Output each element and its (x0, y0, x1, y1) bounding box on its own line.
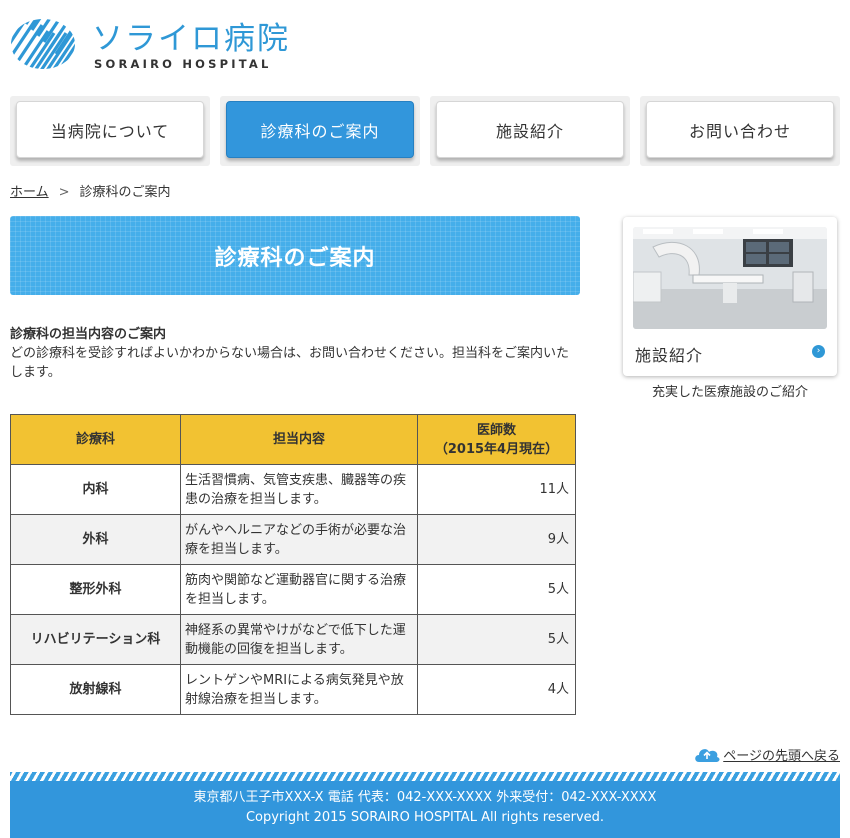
site-logo[interactable]: ソライロ病院 SORAIRO HOSPITAL (10, 18, 290, 72)
facility-photo (633, 227, 827, 329)
site-footer: 東京都八王子市XXX-X 電話 代表：042-XXX-XXXX 外来受付：042… (10, 781, 840, 838)
nav-button-about[interactable]: 当病院について (16, 101, 204, 158)
nav-item-departments: 診療科のご案内 (220, 96, 420, 166)
dept-description: 生活習慣病、気管支疾患、臓器等の疾患の治療を担当します。 (180, 464, 418, 515)
breadcrumb-current: 診療科のご案内 (79, 185, 171, 200)
dept-doctor-count: 11人 (417, 464, 576, 515)
table-row: 放射線科 レントゲンやMRIによる病気発見や放射線治療を担当します。 4人 (10, 664, 576, 715)
nav-item-contact: お問い合わせ (640, 96, 840, 166)
intro-text: どの診療科を受診すればよいかわからない場合は、お問い合わせください。担当科をご案… (10, 346, 570, 380)
header-department: 診療科 (10, 414, 181, 465)
global-nav: 当病院について 診療科のご案内 施設紹介 お問い合わせ (10, 96, 840, 166)
facility-link-card[interactable]: 施設紹介 › (623, 217, 837, 376)
department-table: 診療科 担当内容 医師数 （2015年4月現在） 内科 生活習慣病、気管支疾患、臓… (10, 414, 576, 715)
dept-name: 内科 (10, 464, 181, 515)
logo-english-name: SORAIRO HOSPITAL (94, 57, 272, 71)
table-row: 内科 生活習慣病、気管支疾患、臓器等の疾患の治療を担当します。 11人 (10, 464, 576, 515)
header-doctors-label: 医師数 (476, 422, 516, 438)
header-doctors-date: （2015年4月現在） (434, 441, 559, 457)
dept-description: レントゲンやMRIによる病気発見や放射線治療を担当します。 (180, 664, 418, 715)
footer-copyright: Copyright 2015 SORAIRO HOSPITAL All righ… (245, 810, 605, 825)
dept-name: 放射線科 (10, 664, 181, 715)
footer-stripe (10, 772, 840, 781)
dept-name: 整形外科 (10, 564, 181, 615)
dept-name: リハビリテーション科 (10, 614, 181, 665)
dept-description: 筋肉や関節など運動器官に関する治療を担当します。 (180, 564, 418, 615)
breadcrumb: ホーム > 診療科のご案内 (10, 181, 171, 200)
facility-card-caption: 充実した医療施設のご紹介 (651, 385, 808, 400)
dept-doctor-count: 5人 (417, 564, 576, 615)
intro-section: 診療科の担当内容のご案内 どの診療科を受診すればよいかわからない場合は、お問い合… (10, 325, 580, 382)
intro-heading: 診療科の担当内容のご案内 (10, 327, 167, 342)
nav-button-facilities[interactable]: 施設紹介 (436, 101, 624, 158)
page-title: 診療科のご案内 (10, 216, 580, 295)
dept-description: 神経系の異常やけがなどで低下した運動機能の回復を担当します。 (180, 614, 418, 665)
breadcrumb-separator: > (58, 185, 70, 200)
arrow-right-icon: › (812, 345, 825, 358)
nav-button-departments[interactable]: 診療科のご案内 (226, 101, 414, 158)
facility-photo-image (633, 227, 827, 329)
nav-item-facilities: 施設紹介 (430, 96, 630, 166)
logo-japanese-name: ソライロ病院 (92, 21, 290, 57)
breadcrumb-home-link[interactable]: ホーム (10, 185, 49, 200)
dept-doctor-count: 9人 (417, 514, 576, 565)
back-to-top-link[interactable]: ページの先頭へ戻る (693, 744, 840, 764)
nav-item-about: 当病院について (10, 96, 210, 166)
logo-mark-icon (11, 19, 75, 69)
facility-card-label: 施設紹介 (635, 346, 704, 365)
dept-description: がんやヘルニアなどの手術が必要な治療を担当します。 (180, 514, 418, 565)
table-row: リハビリテーション科 神経系の異常やけがなどで低下した運動機能の回復を担当します… (10, 614, 576, 665)
table-header-row: 診療科 担当内容 医師数 （2015年4月現在） (10, 414, 576, 465)
header-doctors: 医師数 （2015年4月現在） (417, 414, 576, 465)
dept-doctor-count: 4人 (417, 664, 576, 715)
cloud-up-arrow-icon (695, 749, 720, 762)
table-row: 外科 がんやヘルニアなどの手術が必要な治療を担当します。 9人 (10, 514, 576, 565)
nav-button-contact[interactable]: お問い合わせ (646, 101, 834, 158)
dept-name: 外科 (10, 514, 181, 565)
footer-address: 東京都八王子市XXX-X 電話 代表：042-XXX-XXXX 外来受付：042… (193, 790, 657, 805)
back-to-top-label: ページの先頭へ戻る (723, 748, 840, 764)
header-description: 担当内容 (180, 414, 418, 465)
dept-doctor-count: 5人 (417, 614, 576, 665)
table-row: 整形外科 筋肉や関節など運動器官に関する治療を担当します。 5人 (10, 564, 576, 615)
